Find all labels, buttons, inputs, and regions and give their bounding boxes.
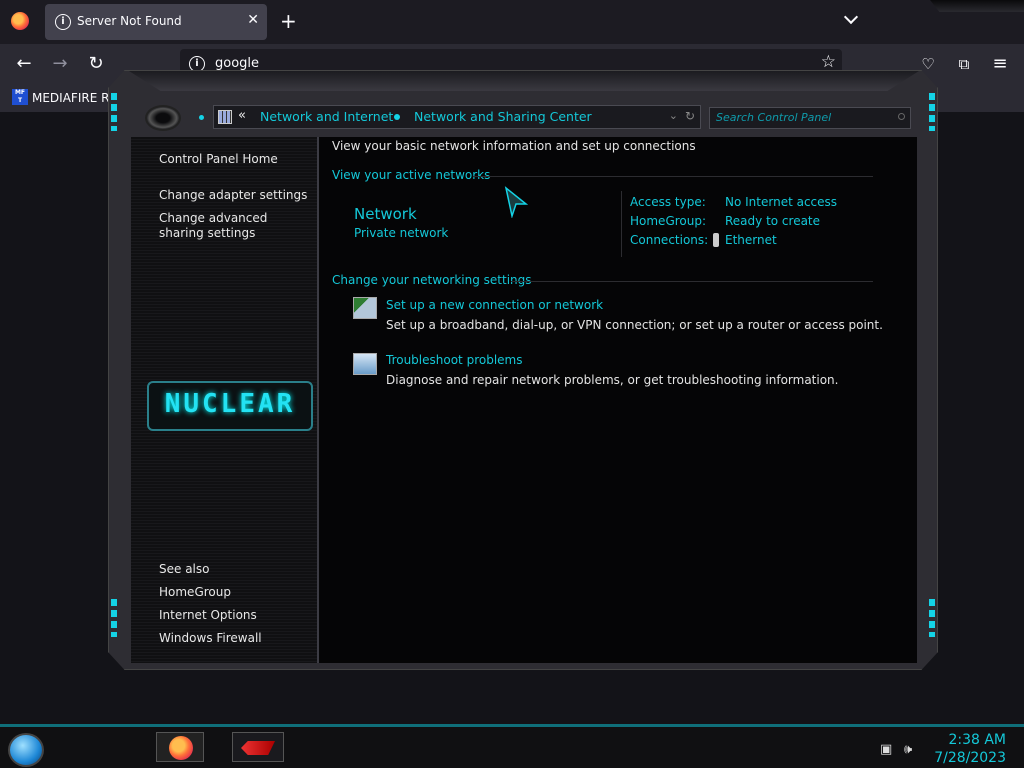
tab-list-chevron-icon[interactable]: [844, 12, 858, 26]
breadcrumb-overflow[interactable]: «: [238, 108, 246, 123]
bookmark-link[interactable]: MEDIAFIRE RO: [32, 91, 119, 105]
volume-tray-icon[interactable]: 🕪: [904, 742, 912, 757]
start-button-orb-icon[interactable]: [8, 733, 44, 767]
network-info-divider: [621, 191, 622, 257]
page-heading: View your basic network information and …: [332, 139, 696, 153]
mediafire-favicon-icon: MF T: [12, 89, 28, 105]
search-icon[interactable]: [898, 113, 905, 120]
reload-icon[interactable]: ↻: [84, 52, 108, 76]
nuclear-theme-logo: NUCLEAR: [145, 379, 315, 433]
back-arrow-icon[interactable]: ←: [12, 52, 36, 76]
breadcrumb-network-and-internet[interactable]: Network and Internet: [260, 109, 393, 124]
sidebar-link-control-panel-home[interactable]: Control Panel Home: [159, 152, 311, 167]
site-info-icon[interactable]: i: [189, 56, 205, 72]
refresh-icon[interactable]: ↻: [685, 109, 695, 123]
hamburger-menu-icon[interactable]: ≡: [988, 52, 1012, 76]
sidebar: Control Panel Home Change adapter settin…: [131, 137, 319, 663]
sidebar-link-change-adapter-settings[interactable]: Change adapter settings: [159, 188, 311, 203]
control-panel-icon: [218, 110, 232, 124]
access-type-label: Access type:: [630, 195, 706, 209]
logo-text: NUCLEAR: [164, 389, 296, 419]
frame-light-strip: [111, 599, 117, 637]
breadcrumb-network-and-sharing-center[interactable]: Network and Sharing Center: [414, 109, 592, 124]
screen: i Server Not Found ✕ + ← → ↻ i google ☆ …: [0, 0, 1024, 768]
taskbar: ▣ 🕪 2:38 AM 7/28/2023: [0, 724, 1024, 768]
taskbar-firefox-button[interactable]: [156, 732, 204, 762]
network-name: Network: [354, 205, 417, 223]
connections-label: Connections:: [630, 233, 709, 247]
clock-date: 7/28/2023: [934, 750, 1006, 766]
address-dropdown-icon[interactable]: ⌄: [669, 109, 678, 122]
sidebar-link-windows-firewall[interactable]: Windows Firewall: [159, 631, 311, 646]
breadcrumb-separator-icon[interactable]: [394, 114, 400, 120]
active-networks-heading: View your active networks: [332, 168, 491, 182]
network-tray-icon[interactable]: ▣: [880, 742, 892, 757]
frame-light-strip: [929, 599, 935, 637]
new-tab-button[interactable]: +: [280, 10, 297, 32]
search-control-panel-input[interactable]: Search Control Panel: [709, 107, 911, 129]
address-bar[interactable]: « Network and Internet Network and Shari…: [213, 105, 701, 129]
section-divider: [473, 176, 873, 177]
setup-connection-desc: Set up a broadband, dial-up, or VPN conn…: [386, 318, 883, 332]
firefox-logo-icon[interactable]: [11, 12, 29, 30]
sidebar-link-change-advanced-sharing[interactable]: Change advanced sharing settings: [159, 211, 311, 241]
search-placeholder: Search Control Panel: [716, 111, 832, 124]
homegroup-label: HomeGroup:: [630, 214, 707, 228]
theme-decoration: [930, 0, 1024, 12]
new-connection-icon: [353, 297, 377, 319]
taskbar-control-panel-button[interactable]: [232, 732, 284, 762]
clock-time: 2:38 AM: [948, 732, 1006, 748]
setup-connection-link[interactable]: Set up a new connection or network: [386, 298, 603, 312]
sidebar-link-homegroup[interactable]: HomeGroup: [159, 585, 311, 600]
browser-tab-bar: i Server Not Found ✕ +: [0, 0, 1024, 44]
back-forward-orb-icon[interactable]: [145, 105, 181, 131]
troubleshoot-icon: [353, 353, 377, 375]
access-type-value: No Internet access: [725, 195, 838, 209]
tab-title: Server Not Found: [77, 14, 182, 28]
see-also-heading: See also: [159, 562, 210, 576]
frame-light-strip: [929, 93, 935, 131]
ethernet-connection-link[interactable]: Ethernet: [725, 233, 777, 247]
nav-dot-icon: [199, 115, 204, 120]
troubleshoot-link[interactable]: Troubleshoot problems: [386, 353, 522, 367]
bookmark-star-icon[interactable]: ☆: [821, 52, 836, 72]
section-divider: [511, 281, 873, 282]
change-settings-heading: Change your networking settings: [332, 273, 532, 287]
ethernet-icon: [713, 233, 719, 247]
mouse-cursor-icon: [500, 186, 529, 219]
browser-tab[interactable]: i Server Not Found ✕: [45, 4, 267, 40]
window-frame-top: [129, 71, 919, 91]
main-pane: View your basic network information and …: [321, 137, 917, 663]
control-panel-window: « Network and Internet Network and Shari…: [108, 70, 938, 670]
extensions-icon[interactable]: ⧉: [952, 52, 976, 76]
sidebar-link-internet-options[interactable]: Internet Options: [159, 608, 311, 623]
info-icon: i: [55, 14, 71, 30]
url-text[interactable]: google: [215, 56, 259, 71]
frame-light-strip: [111, 93, 117, 131]
homegroup-value-link[interactable]: Ready to create: [725, 214, 820, 228]
close-tab-icon[interactable]: ✕: [247, 12, 259, 28]
troubleshoot-desc: Diagnose and repair network problems, or…: [386, 373, 839, 387]
system-clock[interactable]: 2:38 AM 7/28/2023: [926, 731, 1006, 767]
network-type-link[interactable]: Private network: [354, 226, 448, 240]
forward-arrow-icon[interactable]: →: [48, 52, 72, 76]
